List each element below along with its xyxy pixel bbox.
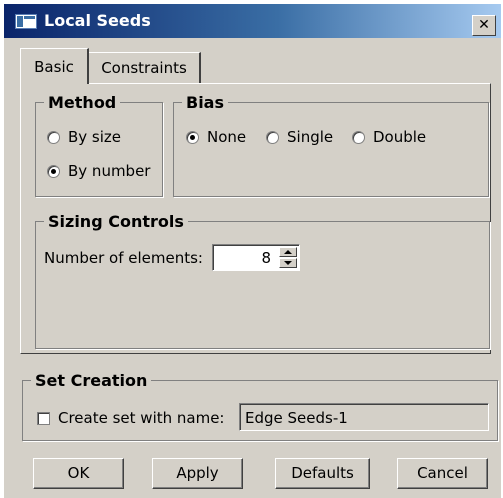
- spin-up-arrow-icon: [284, 250, 292, 254]
- radio-by-number-button[interactable]: [47, 164, 60, 178]
- number-of-elements-row: Number of elements:: [44, 249, 203, 267]
- create-set-row[interactable]: Create set with name:: [37, 409, 225, 427]
- spin-down-arrow-icon: [284, 261, 292, 265]
- create-set-checkbox[interactable]: [37, 411, 50, 425]
- set-name-value: Edge Seeds-1: [245, 409, 348, 427]
- radio-bias-double-button[interactable]: [352, 130, 365, 144]
- ok-button[interactable]: OK: [33, 458, 124, 489]
- radio-bias-single[interactable]: Single: [266, 128, 333, 146]
- radio-by-number[interactable]: By number: [47, 162, 150, 180]
- apply-button[interactable]: Apply: [152, 458, 243, 489]
- spin-up-button[interactable]: [279, 247, 297, 257]
- create-set-label: Create set with name:: [58, 409, 225, 427]
- tab-constraints[interactable]: Constraints: [89, 52, 201, 83]
- number-of-elements-label: Number of elements:: [44, 249, 203, 267]
- app-window-icon: [15, 14, 37, 29]
- radio-bias-double-label: Double: [373, 128, 427, 146]
- spin-down-button[interactable]: [279, 258, 297, 268]
- cancel-button[interactable]: Cancel: [397, 458, 488, 489]
- bias-legend: Bias: [186, 93, 224, 112]
- sizing-legend: Sizing Controls: [48, 212, 184, 231]
- cancel-button-label: Cancel: [417, 464, 468, 482]
- radio-bias-none-label: None: [207, 128, 247, 146]
- defaults-button[interactable]: Defaults: [275, 458, 370, 489]
- set-creation-legend: Set Creation: [35, 371, 148, 390]
- radio-by-size-label: By size: [68, 128, 122, 146]
- close-icon: ✕: [478, 17, 490, 33]
- radio-by-size[interactable]: By size: [47, 128, 121, 146]
- radio-by-number-label: By number: [68, 162, 151, 180]
- radio-by-size-button[interactable]: [47, 130, 60, 144]
- radio-bias-none[interactable]: None: [186, 128, 246, 146]
- defaults-button-label: Defaults: [291, 464, 354, 482]
- tab-basic-label: Basic: [34, 58, 74, 76]
- radio-bias-single-label: Single: [287, 128, 334, 146]
- title-bar[interactable]: Local Seeds: [4, 4, 501, 38]
- radio-bias-double[interactable]: Double: [352, 128, 426, 146]
- apply-button-label: Apply: [176, 464, 219, 482]
- window-title: Local Seeds: [44, 11, 151, 30]
- sizing-controls-group: Sizing Controls: [35, 212, 490, 349]
- close-button[interactable]: ✕: [472, 15, 496, 36]
- number-of-elements-stepper[interactable]: 8: [212, 244, 300, 271]
- tab-basic[interactable]: Basic: [20, 48, 89, 84]
- set-name-field[interactable]: Edge Seeds-1: [239, 403, 489, 431]
- radio-bias-single-button[interactable]: [266, 130, 279, 144]
- ok-button-label: OK: [67, 464, 90, 482]
- number-of-elements-value: 8: [261, 249, 271, 267]
- radio-bias-none-button[interactable]: [186, 130, 199, 144]
- method-legend: Method: [48, 93, 117, 112]
- tab-constraints-label: Constraints: [101, 59, 187, 77]
- spin-buttons: [279, 247, 297, 268]
